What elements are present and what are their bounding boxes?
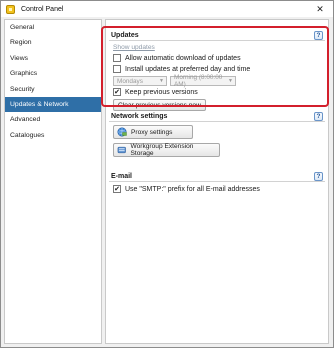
email-section-header: E-mail ? (109, 171, 325, 182)
sidebar-item-catalogues[interactable]: Catalogues (5, 128, 101, 143)
close-button[interactable]: ✕ (307, 1, 333, 17)
window-title: Control Panel (21, 5, 64, 13)
smtp-prefix-row: ✔ Use "SMTP:" prefix for all E-mail addr… (113, 185, 260, 193)
smtp-prefix-label: Use "SMTP:" prefix for all E-mail addres… (125, 185, 260, 193)
sidebar-item-graphics[interactable]: Graphics (5, 66, 101, 81)
email-section-title: E-mail (111, 172, 133, 180)
network-section-header: Network settings ? (109, 111, 325, 122)
sidebar-item-region[interactable]: Region (5, 35, 101, 50)
control-panel-window: Control Panel ✕ General Region Views Gra… (0, 0, 334, 348)
sidebar-item-updates-network[interactable]: Updates & Network (5, 96, 101, 113)
proxy-settings-label: Proxy settings (131, 128, 173, 136)
workgroup-extension-storage-label: Workgroup Extension Storage (130, 143, 194, 157)
proxy-row: Proxy settings (113, 125, 193, 139)
network-globe-icon (117, 127, 127, 137)
workgroup-storage-icon (117, 146, 126, 154)
workgroup-row: Workgroup Extension Storage (113, 143, 220, 157)
updates-highlight-frame (101, 26, 329, 107)
sidebar-item-general[interactable]: General (5, 20, 101, 35)
workgroup-extension-storage-button[interactable]: Workgroup Extension Storage (113, 143, 220, 157)
email-section: E-mail ? ✔ Use "SMTP:" prefix for all E-… (109, 171, 325, 201)
sidebar-item-views[interactable]: Views (5, 51, 101, 66)
proxy-settings-button[interactable]: Proxy settings (113, 125, 193, 139)
network-section-title: Network settings (111, 112, 168, 120)
network-section: Network settings ? Proxy settings Workgr… (109, 111, 325, 161)
sidebar-item-security[interactable]: Security (5, 82, 101, 97)
smtp-prefix-checkbox[interactable]: ✔ (113, 185, 121, 193)
email-help-icon[interactable]: ? (314, 171, 323, 181)
sidebar-item-advanced[interactable]: Advanced (5, 112, 101, 127)
control-panel-app-icon (6, 4, 15, 14)
sidebar: General Region Views Graphics Security U… (4, 19, 102, 344)
network-help-icon[interactable]: ? (314, 111, 323, 121)
title-bar[interactable]: Control Panel ✕ (1, 1, 333, 17)
